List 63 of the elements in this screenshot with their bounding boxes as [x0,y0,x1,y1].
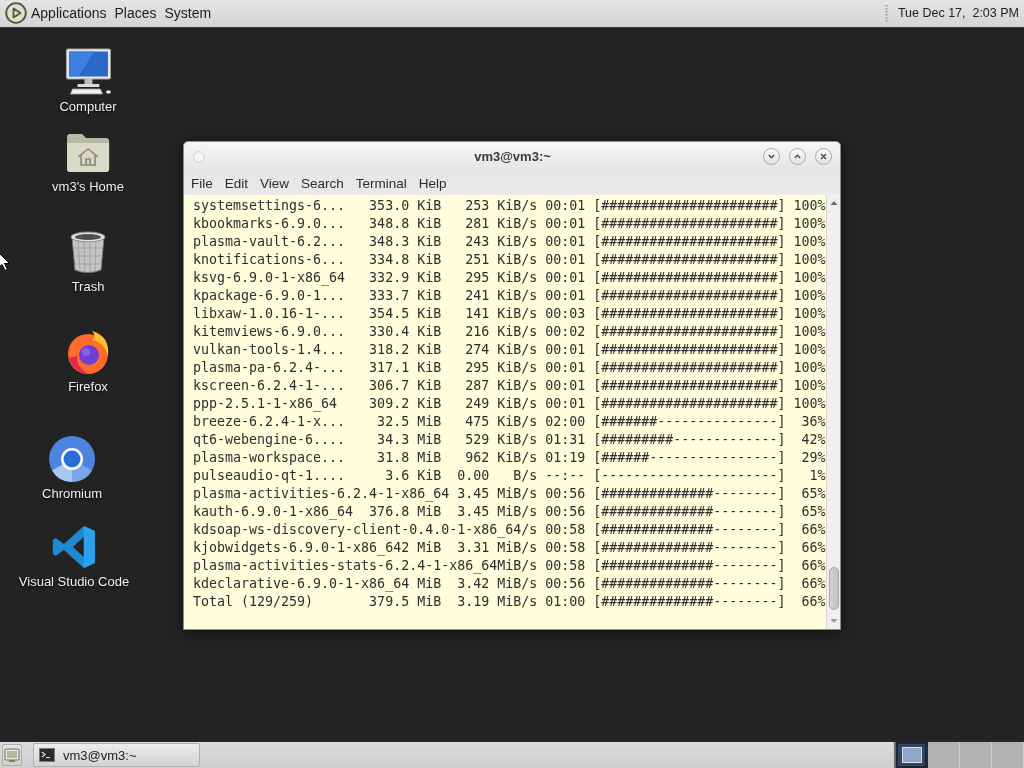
menu-item[interactable]: Terminal [349,172,413,194]
minimize-button[interactable] [763,148,780,165]
terminal-line: plasma-activities-stats-6.2.4-1-x86_64MiB/s 00:58 [##############--------] 66% [193,557,826,575]
workspace-button[interactable] [896,742,928,768]
desktop-shortcut[interactable]: Firefox [64,328,112,395]
menu-item[interactable]: Search [295,172,350,194]
terminal-line: plasma-vault-6.2... 348.3 KiB 243 KiB/s 00:01 [######################] 100% [193,233,826,251]
scrollbar-thumb[interactable] [828,567,839,610]
desktop-shortcut[interactable]: Visual Studio Code [18,523,130,590]
terminal-line: kdeclarative-6.9.0-1-x86_64 MiB 3.42 MiB/s 00:56 [##############--------] 66% [193,575,826,593]
menu-item[interactable]: File [185,172,219,194]
clock[interactable]: Tue Dec 17, 2:03 PM [895,1,1021,25]
scroll-up-arrow-icon[interactable] [829,200,838,206]
terminal-line: kitemviews-6.9.0... 330.4 KiB 216 KiB/s 00:02 [######################] 100% [193,323,826,341]
close-button[interactable] [815,148,832,165]
window-title: vm3@vm3:~ [474,149,551,164]
drag-handle-icon[interactable] [884,4,888,22]
desktop-icon [4,747,20,763]
terminal-line: kbookmarks-6.9.0... 348.8 KiB 281 KiB/s 00:01 [######################] 100% [193,215,826,233]
terminal-line: Total (129/259) 379.5 MiB 3.19 MiB/s 01:00 [##############--------] 66% [193,593,826,611]
terminal-line: kpackage-6.9.0-1... 333.7 KiB 241 KiB/s 00:01 [######################] 100% [193,287,826,305]
terminal-line: kauth-6.9.0-1-x86_64 376.8 MiB 3.45 MiB/s 00:56 [##############--------] 65% [193,503,826,521]
maximize-button[interactable] [789,148,806,165]
chevron-down-icon [768,153,775,160]
ring-logo-icon[interactable] [48,435,96,483]
monitor-icon[interactable] [64,48,112,96]
terminal-line: qt6-webengine-6.... 34.3 MiB 529 KiB/s 01:31 [#########-------------] 42% [193,431,826,449]
terminal-line: kjobwidgets-6.9.0-1-x86_642 MiB 3.31 MiB/s 00:58 [##############--------] 66% [193,539,826,557]
terminal-line: systemsettings-6... 353.0 KiB 253 KiB/s 00:01 [######################] 100% [193,197,826,215]
panel-menu[interactable]: Places [110,1,161,25]
menu-item[interactable]: Edit [218,172,255,194]
close-icon [820,153,827,160]
ribbon-logo-icon[interactable] [50,523,98,571]
terminal-line: plasma-workspace... 31.8 MiB 962 KiB/s 01:19 [######----------------] 29% [193,449,826,467]
desktop-shortcut[interactable]: Chromium [42,435,102,502]
terminal-line: ppp-2.5.1-1-x86_64 309.2 KiB 249 KiB/s 00:01 [######################] 100% [193,395,826,413]
terminal-line: kdsoap-ws-discovery-client-0.4.0-1-x86_64/s 00:58 [##############--------] 66% [193,521,826,539]
terminal-line: ksvg-6.9.0-1-x86_64 332.9 KiB 295 KiB/s 00:01 [######################] 100% [193,269,826,287]
logo-icon[interactable] [5,2,27,24]
terminal-line: kscreen-6.2.4-1-... 306.7 KiB 287 KiB/s 00:01 [######################] 100% [193,377,826,395]
terminal-line: pulseaudio-qt-1.... 3.6 KiB 0.00 B/s --:-- [----------------------] 1% [193,467,826,485]
panel-menu[interactable]: System [160,1,216,25]
scrollbar-track[interactable] [826,195,840,629]
terminal-line: plasma-pa-6.2.4-... 317.1 KiB 295 KiB/s 00:01 [######################] 100% [193,359,826,377]
terminal-icon [39,747,55,763]
menu-item[interactable]: Help [412,172,453,194]
terminal-line: libxaw-1.0.16-1-... 354.5 KiB 141 KiB/s 00:03 [######################] 100% [193,305,826,323]
panel-menu[interactable]: Applications [27,1,111,25]
circle-icon [193,150,205,163]
terminal-line: knotifications-6... 334.8 KiB 251 KiB/s 00:01 [######################] 100% [193,251,826,269]
chevron-up-icon [794,153,801,160]
scroll-down-arrow-icon[interactable] [829,618,838,624]
desktop-shortcut[interactable]: vm3's Home [52,128,124,195]
menu-item[interactable]: View [254,172,296,194]
taskbar-button[interactable]: vm3@vm3:~ [33,743,200,767]
terminal-line: vulkan-tools-1.4... 318.2 KiB 274 KiB/s 00:01 [######################] 100% [193,341,826,359]
terminal-line: plasma-activities-6.2.4-1-x86_64 3.45 MiB/s 00:56 [##############--------] 65% [193,485,826,503]
desktop-shortcut[interactable]: Trash [64,228,112,295]
show-desktop-button[interactable] [2,744,22,766]
terminal-line: breeze-6.2.4-1-x... 32.5 MiB 475 KiB/s 02:00 [#######---------------] 36% [193,413,826,431]
window-thumbnail-icon [901,747,922,763]
mouse-pointer-icon [0,251,10,271]
desktop-shortcut[interactable]: Computer [59,48,117,115]
